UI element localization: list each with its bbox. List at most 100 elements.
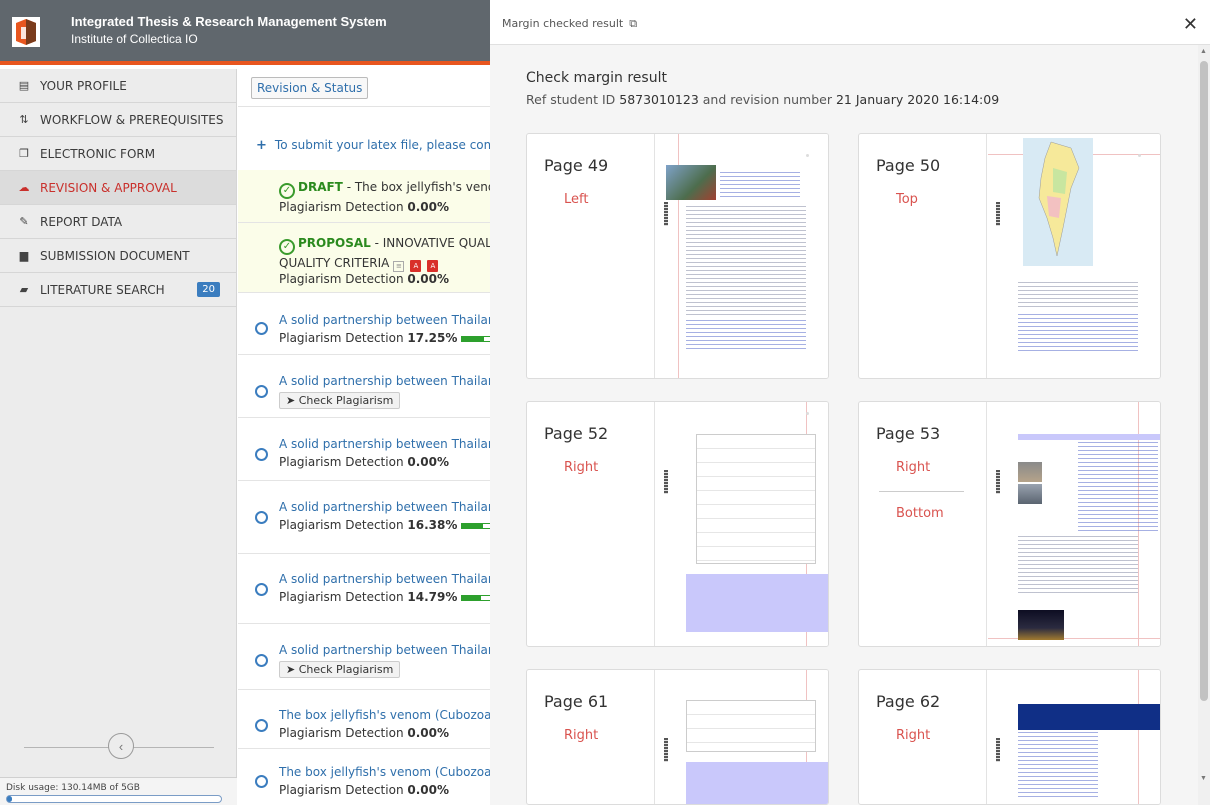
page-highlight	[686, 574, 828, 632]
page-thumbnail[interactable]	[656, 670, 828, 804]
proposal-line2: QUALITY CRITERIA ≡ A A	[279, 256, 439, 272]
submit-latex-link[interactable]: + To submit your latex file, please compr…	[256, 138, 490, 153]
divider	[238, 106, 490, 107]
external-link-icon[interactable]: ⧉	[629, 17, 637, 31]
check-plagiarism-button[interactable]: ➤ Check Plagiarism	[279, 661, 401, 678]
radio-button[interactable]	[255, 511, 268, 524]
radio-button[interactable]	[255, 775, 268, 788]
scroll-up-icon[interactable]: ▲	[1200, 48, 1207, 55]
result-title: Check margin result	[526, 70, 667, 86]
sidebar: ▤ YOUR PROFILE ⇅ WORKFLOW & PREREQUISITE…	[0, 69, 237, 805]
pdf-icon[interactable]: A	[427, 260, 439, 272]
radio-button[interactable]	[255, 583, 268, 596]
student-id: 5873010123	[619, 92, 699, 107]
page-number: Page 49	[544, 156, 609, 175]
page-text	[686, 206, 806, 316]
page-card-52[interactable]: Page 52 Right	[526, 401, 829, 647]
document-icon[interactable]: ≡	[393, 261, 405, 272]
page-thumbnail[interactable]	[988, 670, 1160, 804]
revision-status-button[interactable]: Revision & Status	[251, 77, 369, 99]
radio-button[interactable]	[255, 448, 268, 461]
list-item[interactable]: The box jellyfish's venom (Cubozoa)≡ Pla…	[238, 749, 490, 805]
page-card-61[interactable]: Page 61 Right	[526, 669, 829, 805]
page-card-49[interactable]: Page 49 Left	[526, 133, 829, 379]
card-info: Page 53 Right Bottom	[859, 402, 987, 646]
radio-button[interactable]	[255, 322, 268, 335]
plagiarism-label: Plagiarism Detection	[279, 455, 404, 469]
page-card-53[interactable]: Page 53 Right Bottom	[858, 401, 1161, 647]
item-title[interactable]: A solid partnership between Thailand ar	[279, 374, 490, 388]
list-item[interactable]: A solid partnership between Thailand ar …	[238, 554, 490, 624]
page-thumbnail[interactable]	[988, 134, 1160, 378]
plagiarism-label: Plagiarism Detection	[279, 518, 404, 532]
send-icon: ➤	[286, 663, 299, 676]
sidebar-item-workflow[interactable]: ⇅ WORKFLOW & PREREQUISITES	[0, 103, 236, 137]
list-item[interactable]: A solid partnership between Thailand ar …	[238, 293, 490, 355]
sidebar-item-profile[interactable]: ▤ YOUR PROFILE	[0, 69, 236, 103]
draft-plagiarism: Plagiarism Detection 0.00%	[279, 200, 449, 214]
plagiarism-bar-fill	[462, 524, 484, 528]
item-title[interactable]: A solid partnership between Thailand ar	[279, 643, 490, 657]
panel-header: Margin checked result ⧉ ✕	[490, 0, 1210, 45]
pdf-icon[interactable]: A	[410, 260, 422, 272]
list-item[interactable]: A solid partnership between Thailand ar …	[238, 481, 490, 554]
plagiarism-label: Plagiarism Detection	[279, 272, 404, 286]
page-photo	[1018, 484, 1042, 504]
item-title[interactable]: The box jellyfish's venom (Cubozoa)≡	[279, 708, 490, 724]
margin-guide	[1138, 670, 1139, 804]
copy-icon: ❐	[19, 147, 29, 160]
plagiarism-label: Plagiarism Detection	[279, 726, 404, 740]
revision-list-pane: Revision & Status + To submit your latex …	[238, 69, 490, 805]
app-title: Integrated Thesis & Research Management …	[71, 14, 387, 29]
proposal-title: - INNOVATIVE QUALIT	[370, 236, 490, 250]
sidebar-item-submission-document[interactable]: ▆ SUBMISSION DOCUMENT	[0, 239, 236, 273]
page-table	[696, 434, 816, 564]
sidebar-item-label: SUBMISSION DOCUMENT	[40, 248, 190, 263]
map-image	[1023, 138, 1093, 266]
plagiarism-value: 16.38%	[407, 518, 458, 532]
plagiarism-value: 17.25%	[407, 331, 458, 345]
page-card-62[interactable]: Page 62 Right	[858, 669, 1161, 805]
page-card-50[interactable]: Page 50 Top	[858, 133, 1161, 379]
card-info: Page 49 Left	[527, 134, 655, 378]
proposal-item[interactable]: ✓ PROPOSAL - INNOVATIVE QUALIT QUALITY CR…	[238, 223, 490, 293]
check-plagiarism-button[interactable]: ➤ Check Plagiarism	[279, 392, 401, 409]
page-thumbnail[interactable]	[988, 402, 1160, 646]
panel-scrollbar[interactable]: ▲ ▼	[1198, 45, 1210, 805]
item-plagiarism: Plagiarism Detection 0.00%	[279, 455, 449, 469]
plagiarism-bar	[461, 523, 490, 529]
scroll-thumb[interactable]	[1200, 61, 1208, 701]
app-subtitle: Institute of Collectica IO	[71, 32, 198, 46]
radio-button[interactable]	[255, 654, 268, 667]
page-thumbnail[interactable]	[656, 134, 828, 378]
binder-mark	[996, 202, 1000, 226]
collapse-sidebar-button[interactable]: ‹	[108, 733, 134, 759]
close-icon[interactable]: ✕	[1183, 15, 1198, 33]
radio-button[interactable]	[255, 719, 268, 732]
item-title[interactable]: A solid partnership between Thailand ar	[279, 313, 490, 327]
radio-button[interactable]	[255, 385, 268, 398]
page-dot	[806, 412, 809, 415]
list-item[interactable]: A solid partnership between Thailand ar …	[238, 418, 490, 481]
sidebar-item-report-data[interactable]: ✎ REPORT DATA	[0, 205, 236, 239]
scroll-down-icon[interactable]: ▼	[1200, 775, 1207, 782]
item-title[interactable]: A solid partnership between Thailand ar	[279, 437, 490, 451]
card-info: Page 62 Right	[859, 670, 987, 804]
check-circle-icon: ✓	[279, 183, 295, 199]
list-item[interactable]: A solid partnership between Thailand ar …	[238, 355, 490, 418]
sidebar-item-electronic-form[interactable]: ❐ ELECTRONIC FORM	[0, 137, 236, 171]
revision-prefix: and revision number	[702, 92, 832, 107]
page-text	[1018, 536, 1138, 596]
sidebar-item-literature-search[interactable]: ▰ LITERATURE SEARCH 20	[0, 273, 236, 307]
item-title[interactable]: A solid partnership between Thailand ar	[279, 572, 490, 586]
page-thumbnail[interactable]	[656, 402, 828, 646]
draft-item[interactable]: ✓DRAFT - The box jellyfish's venom Plagi…	[238, 170, 490, 223]
sidebar-item-label: YOUR PROFILE	[40, 78, 127, 93]
binder-mark	[996, 738, 1000, 762]
list-item[interactable]: A solid partnership between Thailand ar …	[238, 624, 490, 690]
item-title[interactable]: The box jellyfish's venom (Cubozoa)≡	[279, 765, 490, 781]
panel-header-title[interactable]: Margin checked result ⧉	[502, 17, 637, 31]
sidebar-item-revision-approval[interactable]: ☁ REVISION & APPROVAL	[0, 171, 236, 205]
list-item[interactable]: The box jellyfish's venom (Cubozoa)≡ Pla…	[238, 690, 490, 749]
item-title[interactable]: A solid partnership between Thailand ar	[279, 500, 490, 514]
